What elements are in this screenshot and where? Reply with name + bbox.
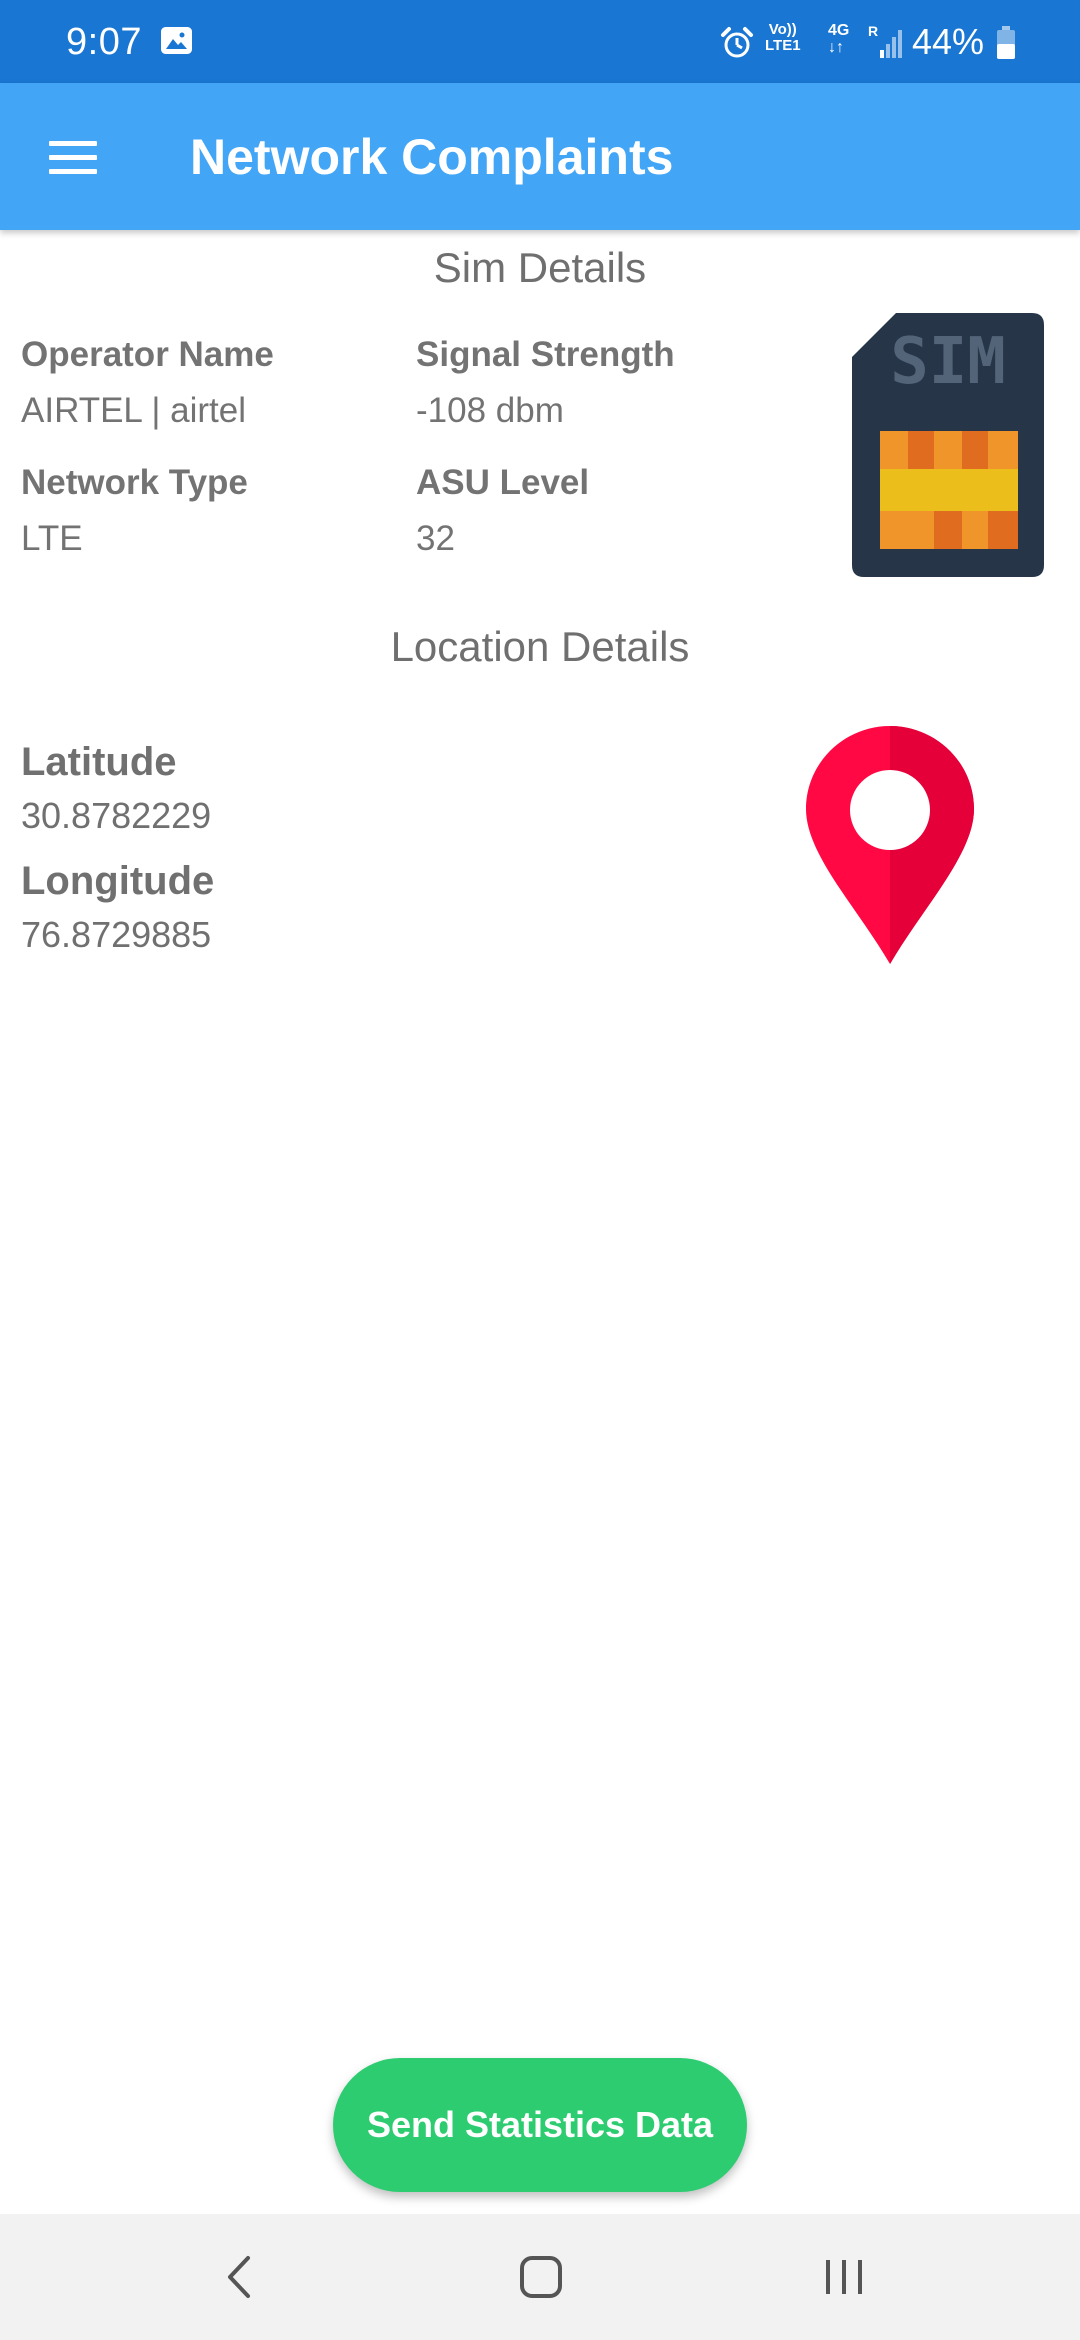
longitude-label: Longitude	[21, 859, 215, 903]
network-gen-indicator: 4G ↓↑	[828, 22, 849, 56]
sim-card-icon: SIM	[852, 313, 1044, 577]
battery-percent: 44%	[912, 21, 985, 62]
latitude-label: Latitude	[21, 740, 177, 784]
volte-top-text: Vo))	[768, 21, 797, 38]
status-bar: 9:07 Vo)) LTE1 4G ↓↑ R 44%	[0, 0, 1080, 83]
asu-level-label: ASU Level	[416, 463, 590, 502]
asu-level-value: 32	[416, 519, 455, 558]
latitude-value: 30.8782229	[21, 795, 212, 836]
battery-icon	[997, 26, 1015, 59]
send-statistics-button[interactable]: Send Statistics Data	[333, 2058, 747, 2192]
data-arrows-icon: ↓↑	[828, 39, 844, 56]
menu-icon[interactable]	[40, 131, 106, 183]
volte-indicator: Vo)) LTE1	[765, 22, 801, 54]
operator-name-label: Operator Name	[21, 335, 274, 374]
gallery-icon	[161, 27, 192, 54]
operator-name-value: AIRTEL | airtel	[21, 391, 247, 430]
signal-strength-label: Signal Strength	[416, 335, 675, 374]
longitude-value: 76.8729885	[21, 914, 212, 955]
sim-label-text: SIM	[890, 325, 1006, 399]
status-icons: Vo)) LTE1 4G ↓↑ R 44%	[720, 0, 1080, 83]
recent-apps-icon[interactable]	[822, 2254, 868, 2300]
signal-icon: R	[868, 24, 902, 58]
sim-details-heading: Sim Details	[433, 244, 647, 291]
app-bar: Network Complaints	[0, 83, 1080, 230]
network-type-value: LTE	[21, 519, 83, 558]
home-icon[interactable]	[518, 2254, 564, 2300]
volte-bottom-text: LTE1	[765, 37, 801, 54]
system-nav-bar	[0, 2214, 1080, 2340]
location-details-heading: Location Details	[390, 623, 690, 670]
location-pin-icon	[806, 726, 974, 964]
page-title: Network Complaints	[190, 129, 674, 185]
signal-strength-value: -108 dbm	[416, 391, 564, 430]
network-gen-text: 4G	[828, 22, 850, 39]
back-icon[interactable]	[222, 2254, 258, 2300]
status-time: 9:07	[66, 21, 142, 63]
alarm-icon	[721, 27, 753, 58]
network-type-label: Network Type	[21, 463, 248, 502]
roaming-text: R	[868, 24, 878, 39]
